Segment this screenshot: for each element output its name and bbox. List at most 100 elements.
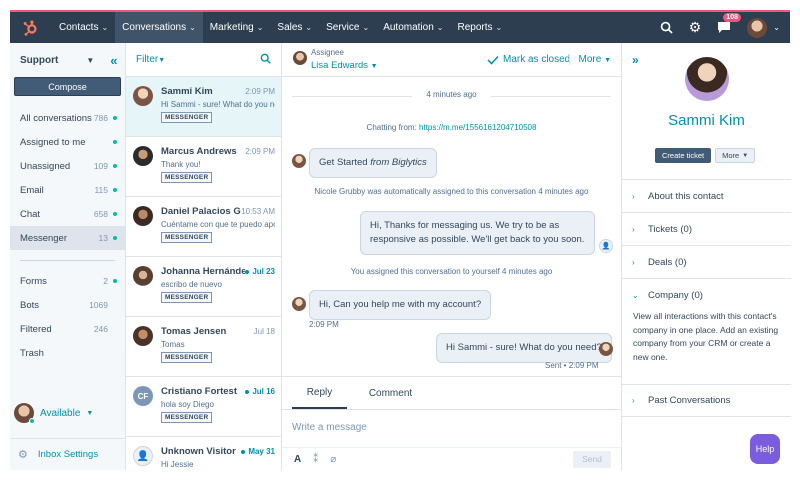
nav-marketing[interactable]: Marketing ⌄	[203, 12, 271, 43]
conversation-item[interactable]: Sammi Kim 2:09 PM Hi Sammi - sure! What d…	[126, 77, 281, 137]
conversation-list-header: Filter▼	[126, 43, 281, 77]
inbox-item-label: Assigned to me	[20, 136, 86, 148]
availability-toggle[interactable]: Available ▼	[14, 403, 94, 424]
inbox-item-label: Filtered	[20, 323, 52, 335]
search-icon[interactable]	[660, 21, 673, 34]
section-tickets[interactable]: › Tickets (0)	[622, 212, 791, 245]
inbox-item-assigned-to-me[interactable]: Assigned to me	[10, 130, 125, 154]
text-format-icon[interactable]: A	[294, 454, 301, 465]
chevron-down-icon: ⌄	[362, 23, 370, 32]
chatting-from-label: Chatting from:	[366, 123, 417, 132]
inbox-item-label: Email	[20, 184, 44, 196]
snippet-icon[interactable]: ⁑	[313, 454, 318, 465]
chevron-down-icon: ⌄	[101, 23, 109, 32]
nav-sales[interactable]: Sales ⌄	[270, 12, 319, 43]
section-deals[interactable]: › Deals (0)	[622, 245, 791, 278]
timestamp-text: 4 minutes ago	[426, 90, 477, 99]
conversation-time: 2:09 PM	[245, 87, 275, 96]
filter-dropdown[interactable]: Filter▼	[136, 54, 165, 65]
hubspot-logo-icon[interactable]	[10, 12, 52, 43]
inbox-item-email[interactable]: Email 115	[10, 178, 125, 202]
chevron-right-icon: ›	[632, 257, 635, 267]
inbox-item-all-conversations[interactable]: All conversations 786	[10, 106, 125, 130]
inbox-item-messenger[interactable]: Messenger 13	[10, 226, 125, 250]
conversation-time: Jul 16	[245, 387, 275, 396]
nav-automation[interactable]: Automation ⌄	[376, 12, 450, 43]
nav-right: ⚙ 108 ⌄	[660, 12, 790, 43]
tab-reply[interactable]: Reply	[292, 377, 347, 409]
inbox-sidebar: Support ▼ « Compose All conversations 786…	[10, 43, 126, 470]
caret-down-icon: ▼	[86, 409, 94, 417]
message-bubble-outgoing: Hi Sammi - sure! What do you need?	[436, 333, 612, 363]
inbox-item-unassigned[interactable]: Unassigned 109	[10, 154, 125, 178]
avatar	[292, 297, 306, 311]
filter-label: Filter	[136, 54, 159, 65]
unread-dot	[113, 236, 117, 240]
conversation-item[interactable]: 👤 Unknown Visitor May 31 Hi Jessie	[126, 437, 281, 470]
conversation-item[interactable]: Tomas Jensen Jul 18 Tomas MESSENGER	[126, 317, 281, 377]
more-dropdown[interactable]: More ▼	[715, 148, 756, 163]
conversation-time-text: Jul 23	[252, 267, 275, 276]
nav-contacts[interactable]: Contacts ⌄	[52, 12, 115, 43]
message-source: from Biglytics	[370, 157, 427, 168]
nav-label: Service	[326, 22, 360, 33]
inbox-item-forms[interactable]: Forms 2	[10, 269, 125, 293]
help-button[interactable]: Help	[750, 434, 780, 464]
chatting-from-link[interactable]: https://m.me/1556161204710508	[419, 123, 536, 132]
unread-dot	[113, 164, 117, 168]
channel-badge: MESSENGER	[161, 232, 213, 243]
message-input[interactable]: Write a message	[292, 422, 367, 433]
caret-down-icon[interactable]: ▼	[86, 56, 94, 65]
conversation-item[interactable]: Johanna Hernández Jul 23 escribo de nuevo…	[126, 257, 281, 317]
search-icon[interactable]	[260, 53, 271, 67]
inbox-item-filtered[interactable]: Filtered 246	[10, 317, 125, 341]
conversation-item[interactable]: Daniel Palacios G... 10:53 AM Cuéntame co…	[126, 197, 281, 257]
contact-name[interactable]: Sammi Kim	[622, 112, 791, 129]
conversation-item[interactable]: Marcus Andrews 2:09 PM Thank you! MESSENG…	[126, 137, 281, 197]
inbox-settings-link[interactable]: ⚙ Inbox Settings	[10, 438, 126, 470]
attachment-icon[interactable]: ⌀	[330, 454, 336, 465]
collapse-sidebar-icon[interactable]: «	[110, 53, 117, 68]
account-menu[interactable]: ⌄	[747, 17, 780, 38]
inbox-item-label: All conversations	[20, 112, 92, 124]
conversation-preview: Cuéntame con que te puedo apoyar	[161, 220, 275, 229]
avatar	[133, 266, 153, 286]
nav-reports[interactable]: Reports ⌄	[450, 12, 509, 43]
caret-down-icon: ▼	[604, 57, 611, 64]
inbox-item-trash[interactable]: Trash	[10, 341, 125, 365]
assignee-dropdown[interactable]: Lisa Edwards ▼	[311, 60, 378, 71]
conversation-item[interactable]: CF Cristiano Fortest Jul 16 hola soy Dieg…	[126, 377, 281, 437]
unread-dot	[113, 212, 117, 216]
avatar: CF	[133, 386, 153, 406]
nav-service[interactable]: Service ⌄	[319, 12, 376, 43]
conversation-preview: Tomas	[161, 340, 185, 349]
section-about-contact[interactable]: › About this contact	[622, 179, 791, 212]
caret-down-icon: ▼	[370, 63, 378, 70]
conversation-time: 10:53 AM	[241, 207, 275, 216]
nav-label: Marketing	[209, 22, 254, 33]
inbox-selector[interactable]: Support ▼ «	[10, 43, 125, 77]
more-dropdown[interactable]: More ▼	[569, 54, 611, 65]
avatar	[292, 154, 306, 168]
inbox-item-bots[interactable]: Bots 1069	[10, 293, 125, 317]
section-company[interactable]: ⌄ Company (0)	[622, 278, 791, 311]
chevron-down-icon: ⌄	[773, 23, 780, 32]
inbox-item-chat[interactable]: Chat 658	[10, 202, 125, 226]
message-bubble-incoming: Hi, Can you help me with my account?	[309, 290, 492, 320]
mark-as-closed-button[interactable]: Mark as closed	[487, 54, 570, 65]
notification-icon[interactable]: 108	[717, 13, 741, 34]
create-ticket-button[interactable]: Create ticket	[655, 148, 712, 163]
expand-panel-icon[interactable]: »	[632, 53, 639, 67]
nav-label: Sales	[277, 22, 303, 33]
gear-icon[interactable]: ⚙	[689, 19, 702, 36]
tab-comment[interactable]: Comment	[363, 377, 418, 409]
composer-toolbar: A ⁑ ⌀ Send	[282, 447, 621, 470]
chatting-from: Chatting from: https://m.me/155616120471…	[282, 123, 621, 132]
chevron-right-icon: ›	[632, 396, 635, 405]
send-button[interactable]: Send	[573, 450, 611, 468]
chevron-down-icon: ⌄	[189, 23, 196, 32]
avatar	[14, 403, 35, 424]
nav-conversations[interactable]: Conversations ⌄	[115, 12, 203, 43]
compose-button[interactable]: Compose	[14, 77, 121, 96]
section-past-conversations[interactable]: › Past Conversations	[622, 384, 791, 417]
